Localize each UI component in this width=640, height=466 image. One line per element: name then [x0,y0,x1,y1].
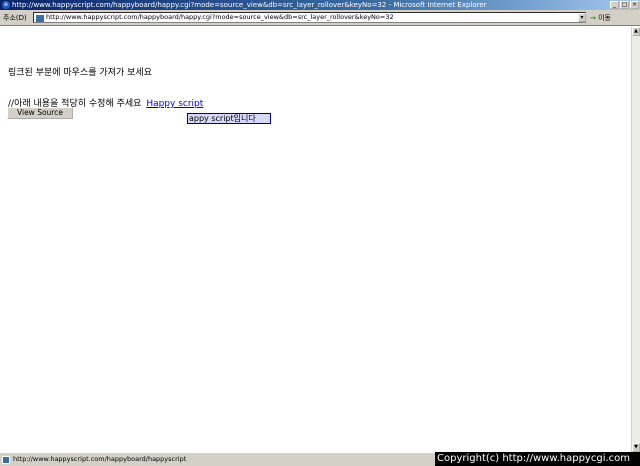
window-controls: _ □ × [610,1,639,9]
address-label: 주소(D) [3,14,27,22]
address-url: http://www.happyscript.com/happyboard/ha… [46,13,394,21]
ie-logo-icon: e [2,1,10,9]
instruction-text: 링크된 부분에 마우스를 가져가 보세요 [8,68,152,78]
go-arrow-icon: → [590,14,596,22]
scroll-up-icon[interactable]: ▲ [632,27,640,36]
address-dropdown-button[interactable]: ▾ [578,13,586,22]
view-source-button[interactable]: View Source [7,107,73,119]
close-button[interactable]: × [630,1,639,9]
title-bar: e http://www.happyscript.com/happyboard/… [0,0,640,10]
minimize-button[interactable]: _ [610,1,619,9]
go-label: 이동 [598,14,611,22]
page-icon [35,14,45,22]
address-bar: 주소(D) http://www.happyscript.com/happybo… [0,10,640,26]
status-text: http://www.happyscript.com/happyboard/ha… [13,455,187,463]
status-page-icon [2,456,10,464]
rollover-layer-popup: appy script입니다 [187,113,271,124]
copyright-banner: Copyright(c) http://www.happycgi.com [435,452,640,466]
page-content: 링크된 부분에 마우스를 가져가 보세요 //아래 내용을 적당히 수정해 주세… [0,27,631,452]
maximize-button[interactable]: □ [620,1,629,9]
vertical-scrollbar[interactable]: ▲ ▼ [631,27,640,452]
scroll-down-icon[interactable]: ▼ [632,443,640,452]
window-title: http://www.happyscript.com/happyboard/ha… [12,1,487,9]
go-button[interactable]: → 이동 [590,12,620,24]
address-input[interactable]: http://www.happyscript.com/happyboard/ha… [33,12,586,23]
happy-script-link[interactable]: Happy script [146,99,203,109]
